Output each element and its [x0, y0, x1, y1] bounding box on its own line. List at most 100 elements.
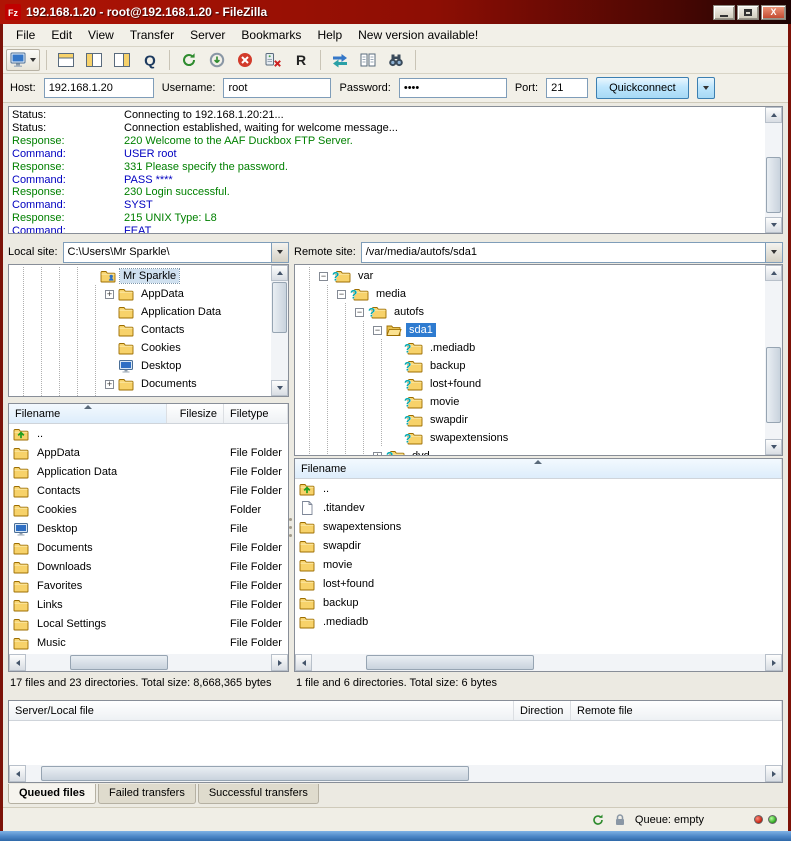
synchronized-browsing-status-icon[interactable] — [591, 813, 605, 827]
scroll-thumb[interactable] — [272, 282, 287, 333]
scroll-thumb[interactable] — [41, 766, 470, 781]
tree-expander-plus[interactable]: + — [373, 452, 382, 457]
tree-expander-minus[interactable]: − — [355, 308, 364, 317]
tree-item-backup[interactable]: ?backup — [295, 357, 782, 375]
file-row-swapdir[interactable]: swapdir — [295, 536, 782, 555]
remote-site-combo[interactable]: /var/media/autofs/sda1 — [361, 242, 783, 263]
directory-comparison-button[interactable] — [327, 49, 353, 71]
file-row-up[interactable]: .. — [9, 424, 288, 443]
column-header-filename[interactable]: Filename — [9, 404, 167, 423]
menu-item-edit[interactable]: Edit — [43, 25, 80, 45]
site-manager-button[interactable] — [6, 49, 40, 71]
file-row-swapextensions[interactable]: swapextensions — [295, 517, 782, 536]
minimize-button[interactable] — [713, 5, 735, 20]
pane-splitter[interactable] — [288, 508, 293, 546]
process-queue-button[interactable] — [204, 49, 230, 71]
file-row-lost-found[interactable]: lost+found — [295, 574, 782, 593]
tree-item-contacts[interactable]: Contacts — [9, 321, 288, 339]
tree-item-movie[interactable]: ?movie — [295, 393, 782, 411]
tree-expander-plus[interactable]: + — [105, 380, 114, 389]
local-tree-scrollbar[interactable] — [271, 265, 288, 396]
port-input[interactable] — [546, 78, 588, 98]
directory-comparison-status-icon[interactable] — [613, 813, 627, 827]
maximize-button[interactable] — [737, 5, 759, 20]
scroll-down-button[interactable] — [765, 439, 782, 455]
scroll-thumb[interactable] — [766, 347, 781, 423]
queue-hscrollbar[interactable] — [9, 765, 782, 782]
menu-item-transfer[interactable]: Transfer — [122, 25, 182, 45]
toggle-remote-tree-button[interactable] — [109, 49, 135, 71]
column-header-filesize[interactable]: Filesize — [167, 404, 224, 423]
file-row-contacts[interactable]: ContactsFile Folder — [9, 481, 288, 500]
file-row-favorites[interactable]: FavoritesFile Folder — [9, 576, 288, 595]
tree-item-lost-found[interactable]: ?lost+found — [295, 375, 782, 393]
menu-item-view[interactable]: View — [80, 25, 122, 45]
tree-item-autofs[interactable]: −?autofs — [295, 303, 782, 321]
local-site-dropdown-button[interactable] — [271, 243, 288, 262]
column-header-server-local-file[interactable]: Server/Local file — [9, 701, 514, 720]
file-row-desktop[interactable]: DesktopFile — [9, 519, 288, 538]
tree-item-documents[interactable]: +Documents — [9, 375, 288, 393]
menu-item-new-version-notice[interactable]: New version available! — [350, 25, 486, 45]
toggle-local-tree-button[interactable] — [81, 49, 107, 71]
host-input[interactable] — [44, 78, 154, 98]
scroll-right-button[interactable] — [271, 654, 288, 671]
file-row-backup[interactable]: backup — [295, 593, 782, 612]
file-row-movie[interactable]: movie — [295, 555, 782, 574]
local-list-hscrollbar[interactable] — [9, 654, 288, 671]
file-row-downloads[interactable]: DownloadsFile Folder — [9, 557, 288, 576]
file-row-local-settings[interactable]: Local SettingsFile Folder — [9, 614, 288, 633]
tree-item-mediadb[interactable]: ?.mediadb — [295, 339, 782, 357]
scroll-thumb[interactable] — [70, 655, 168, 670]
toggle-message-log-button[interactable] — [53, 49, 79, 71]
scroll-thumb[interactable] — [366, 655, 534, 670]
tree-item-sda1[interactable]: −sda1 — [295, 321, 782, 339]
column-header-direction[interactable]: Direction — [514, 701, 571, 720]
scroll-right-button[interactable] — [765, 654, 782, 671]
file-row-application-data[interactable]: Application DataFile Folder — [9, 462, 288, 481]
toggle-queue-button[interactable]: Q — [137, 49, 163, 71]
scroll-left-button[interactable] — [9, 765, 26, 782]
reconnect-button[interactable]: R — [288, 49, 314, 71]
scroll-down-button[interactable] — [271, 380, 288, 396]
title-bar[interactable]: Fz 192.168.1.20 - root@192.168.1.20 - Fi… — [0, 0, 791, 24]
tree-item-swapextensions[interactable]: ?swapextensions — [295, 429, 782, 447]
tree-item-swapdir[interactable]: ?swapdir — [295, 411, 782, 429]
menu-item-file[interactable]: File — [8, 25, 43, 45]
tab-failed-transfers[interactable]: Failed transfers — [98, 784, 196, 804]
tree-item-dvd[interactable]: +?dvd — [295, 447, 782, 456]
file-row-titandev[interactable]: .titandev — [295, 498, 782, 517]
scroll-up-button[interactable] — [271, 265, 288, 281]
scroll-left-button[interactable] — [9, 654, 26, 671]
close-button[interactable]: X — [761, 5, 786, 20]
file-row-mediadb[interactable]: .mediadb — [295, 612, 782, 631]
tree-expander-minus[interactable]: − — [337, 290, 346, 299]
scroll-up-button[interactable] — [765, 107, 782, 123]
scroll-down-button[interactable] — [765, 217, 782, 233]
scroll-track[interactable] — [271, 281, 288, 380]
scroll-track[interactable] — [765, 123, 782, 217]
menu-item-bookmarks[interactable]: Bookmarks — [233, 25, 309, 45]
tree-expander-minus[interactable]: − — [319, 272, 328, 281]
tree-item-appdata[interactable]: +AppData — [9, 285, 288, 303]
scroll-up-button[interactable] — [765, 265, 782, 281]
column-header-filename[interactable]: Filename — [295, 459, 782, 478]
tree-item-downloads[interactable]: +Downloads — [9, 393, 288, 397]
username-input[interactable] — [223, 78, 331, 98]
scroll-track[interactable] — [765, 281, 782, 439]
remote-list-hscrollbar[interactable] — [295, 654, 782, 671]
message-log-scrollbar[interactable] — [765, 107, 782, 233]
tree-item-mr-sparkle[interactable]: Mr Sparkle — [9, 267, 288, 285]
column-header-remote-file[interactable]: Remote file — [571, 701, 782, 720]
scroll-track[interactable] — [26, 765, 765, 782]
tree-item-application-data[interactable]: Application Data — [9, 303, 288, 321]
quickconnect-button[interactable]: Quickconnect — [596, 77, 689, 99]
file-row-up[interactable]: .. — [295, 479, 782, 498]
synchronized-browsing-button[interactable] — [355, 49, 381, 71]
file-row-cookies[interactable]: CookiesFolder — [9, 500, 288, 519]
remote-tree-scrollbar[interactable] — [765, 265, 782, 455]
scroll-left-button[interactable] — [295, 654, 312, 671]
file-row-documents[interactable]: DocumentsFile Folder — [9, 538, 288, 557]
file-row-links[interactable]: LinksFile Folder — [9, 595, 288, 614]
tree-item-media[interactable]: −?media — [295, 285, 782, 303]
